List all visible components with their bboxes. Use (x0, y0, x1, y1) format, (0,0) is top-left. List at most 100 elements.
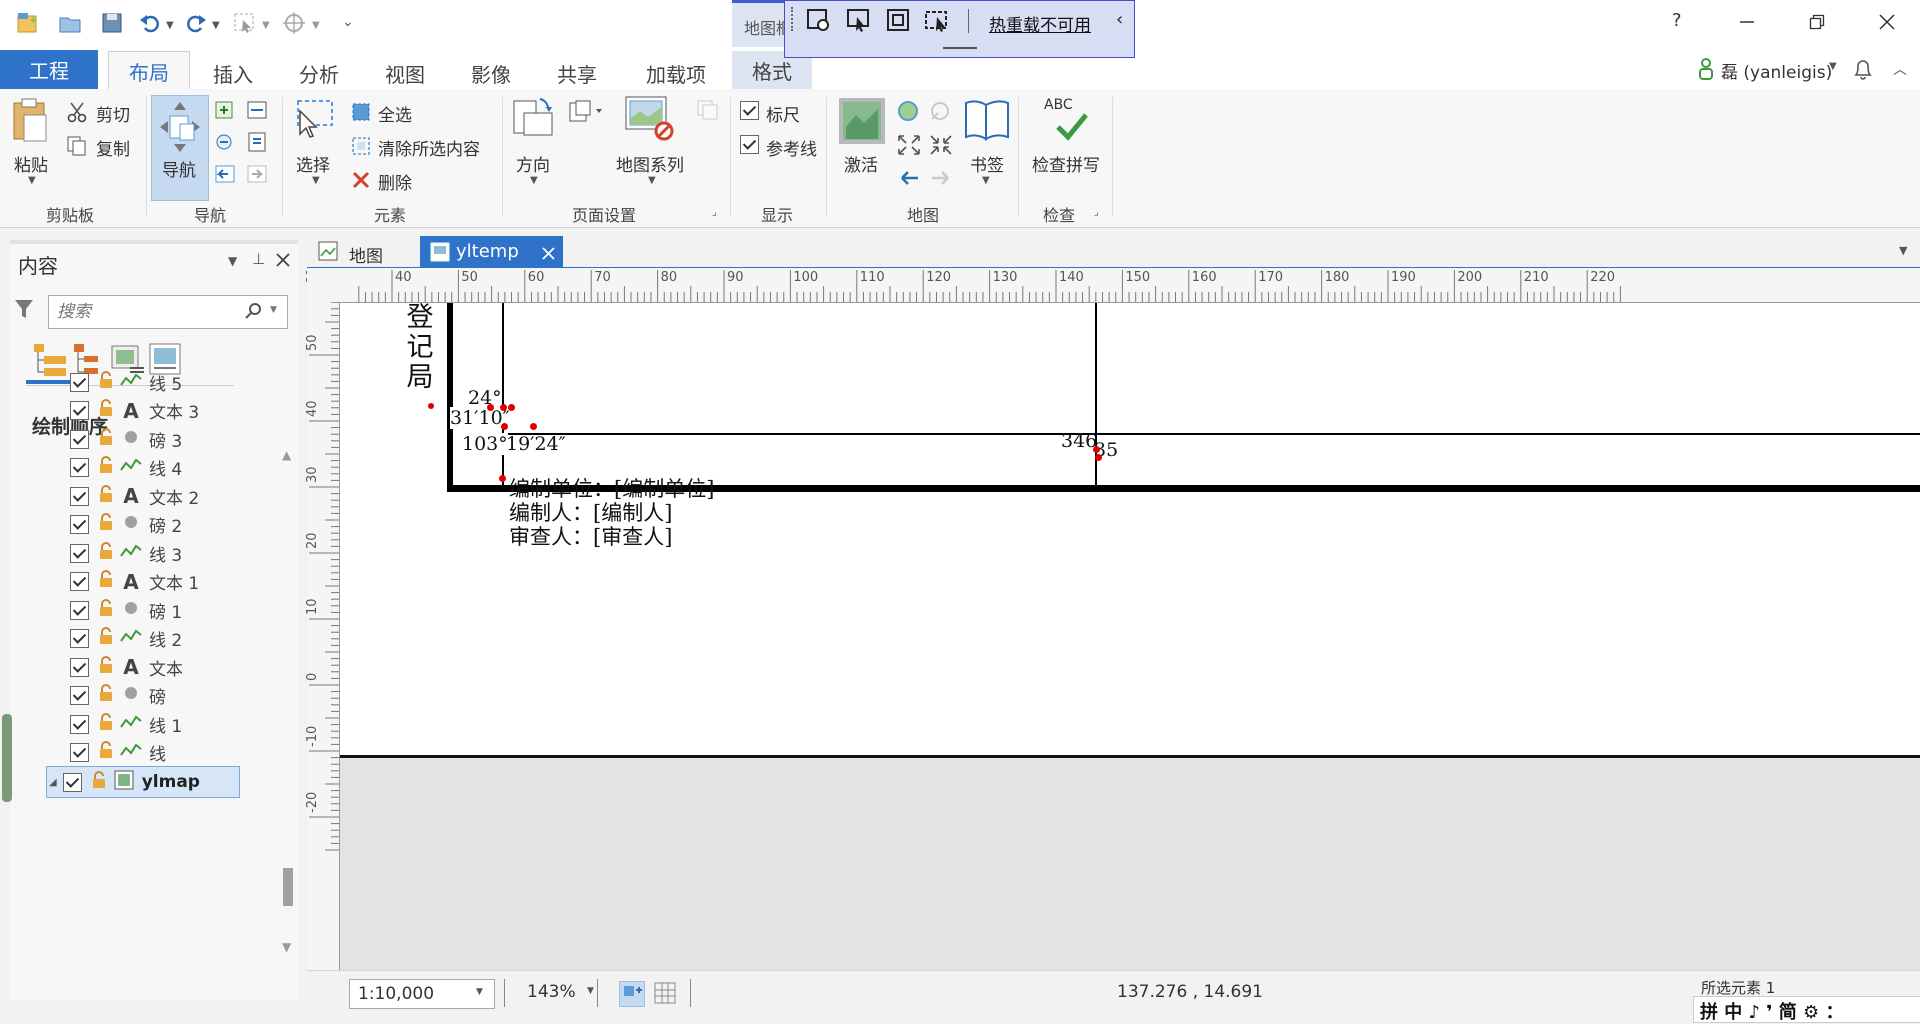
ime-indicators[interactable]: 拼 中 ♪ ❜ 简 ⚙ ： (1700, 998, 1843, 1024)
navigate-button[interactable]: 导航 (151, 95, 209, 201)
lock-icon[interactable] (97, 741, 115, 764)
lon-minute-label[interactable]: 19′24″ (506, 433, 566, 455)
layer-visibility-checkbox[interactable] (70, 686, 89, 705)
expand-icon[interactable] (896, 133, 922, 162)
page-canvas[interactable]: 登 记 局 24° 31′10″ 103° 19′24″ 346 35 编制单位… (340, 303, 1920, 970)
layer-item[interactable]: A 文本 1 (70, 567, 199, 597)
minimize-icon[interactable] (1712, 0, 1782, 44)
scroll-up-icon[interactable]: ▲ (282, 448, 291, 462)
map-series-icon[interactable] (624, 95, 674, 150)
pin-icon[interactable]: ⊥ (252, 250, 265, 268)
previous-extent-icon[interactable] (214, 163, 238, 190)
select-all-label[interactable]: 全选 (378, 101, 412, 126)
lon-degree-label[interactable]: 103° (462, 433, 508, 455)
map-back-icon[interactable] (896, 167, 922, 194)
collapse-toolbar-icon[interactable]: ‹ (1116, 9, 1123, 30)
new-project-icon[interactable]: + (14, 9, 42, 37)
copy-icon[interactable] (66, 135, 88, 162)
page-setup-launcher-icon[interactable]: ⌟ (712, 207, 717, 218)
selection-handle[interactable] (428, 403, 434, 409)
search-dropdown-icon[interactable]: ▼ (270, 305, 277, 315)
point-marker[interactable] (487, 404, 494, 411)
grid-icon[interactable] (653, 981, 677, 1010)
tab-insert[interactable]: 插入 (198, 57, 268, 89)
lock-icon[interactable] (97, 456, 115, 479)
search-icon[interactable] (245, 302, 263, 325)
lock-icon[interactable] (97, 712, 115, 736)
layer-visibility-checkbox[interactable] (70, 657, 89, 677)
navigate-icon[interactable] (280, 9, 308, 37)
lock-icon[interactable] (97, 655, 115, 679)
layer-visibility-checkbox[interactable] (70, 515, 89, 534)
lock-icon[interactable] (90, 770, 108, 794)
duplicate-page-icon[interactable] (696, 99, 720, 126)
point-marker[interactable] (500, 404, 507, 411)
search-field[interactable]: ▼ (48, 295, 288, 329)
scale-dropdown-icon[interactable]: ▼ (476, 987, 483, 997)
user-dropdown-icon[interactable]: ▼ (1829, 61, 1837, 72)
tab-map-label[interactable]: 地图 (349, 242, 383, 267)
select-all-icon[interactable] (350, 101, 372, 128)
ruler-checkbox[interactable] (740, 101, 759, 125)
zoom-to-layer-icon[interactable] (896, 99, 920, 128)
bookmarks-label[interactable]: 书签 (970, 151, 1004, 176)
layer-item[interactable]: 线 5 (70, 367, 182, 397)
cut-icon[interactable] (66, 101, 88, 128)
lock-icon[interactable] (97, 427, 115, 451)
save-project-icon[interactable] (98, 9, 126, 37)
activate-label[interactable]: 激活 (844, 151, 878, 176)
spell-check-label[interactable]: 检查拼写 (1032, 151, 1100, 176)
tab-project[interactable]: 工程 (0, 50, 98, 89)
user-name[interactable]: 磊 (yanleigis) (1721, 58, 1832, 83)
page-size-icon[interactable] (568, 99, 604, 128)
zoom-dropdown-icon[interactable]: ▼ (587, 986, 594, 996)
tab-analysis[interactable]: 分析 (284, 57, 354, 89)
tab-imagery[interactable]: 影像 (456, 57, 526, 89)
element-selection-icon[interactable] (805, 7, 833, 38)
point-marker[interactable] (501, 423, 508, 430)
hot-reload-status[interactable]: 热重载不可用 (989, 11, 1091, 36)
sidebar-grip[interactable] (2, 714, 12, 802)
pane-options-icon[interactable]: ▼ (228, 254, 237, 268)
horizontal-ruler[interactable]: 40 50 60 70 80 90 100 110 120 130 140 150 160 170 180 1… (339, 268, 1920, 303)
clear-selection-icon[interactable] (350, 135, 372, 162)
tab-view[interactable]: 视图 (370, 57, 440, 89)
restore-icon[interactable] (1782, 0, 1852, 44)
layer-item[interactable]: 磅 3 (70, 424, 182, 454)
point-marker[interactable] (508, 404, 515, 411)
tab-layout[interactable]: 布局 (108, 51, 190, 90)
close-tab-icon[interactable] (542, 245, 555, 265)
spell-check-icon[interactable] (1054, 111, 1088, 146)
layer-visibility-checkbox[interactable] (70, 372, 89, 392)
tab-yltemp[interactable]: yltemp (420, 236, 563, 268)
customize-qat-icon[interactable]: ⌄ (342, 14, 354, 30)
lock-icon[interactable] (97, 399, 115, 422)
layer-item[interactable]: ◢ ylmap (46, 766, 240, 798)
lat-degree-label[interactable]: 24° (468, 387, 502, 409)
select-dropdown-icon[interactable]: ▼ (312, 175, 320, 186)
zoom-to-selected-icon[interactable] (214, 131, 238, 158)
layer-item[interactable]: 线 2 (70, 624, 182, 654)
map-series-dropdown-icon[interactable]: ▼ (648, 175, 656, 186)
zoom-value[interactable]: 143% (527, 982, 576, 1002)
layer-item[interactable]: 线 3 (70, 538, 182, 568)
tree-scrollbar[interactable]: ▲ ▼ (280, 448, 296, 1008)
scale-selector[interactable]: 1:10,000 ▼ (349, 979, 495, 1009)
filter-icon[interactable] (14, 298, 34, 325)
ruler-label[interactable]: 标尺 (766, 101, 800, 126)
layer-visibility-checkbox[interactable] (62, 772, 82, 792)
vertical-title[interactable]: 登 记 局 (404, 303, 436, 393)
search-input[interactable] (55, 299, 239, 325)
toolbar-handle[interactable] (943, 47, 977, 49)
lock-icon[interactable] (97, 684, 115, 707)
close-window-icon[interactable] (1852, 0, 1920, 44)
layer-item[interactable]: A 文本 2 (70, 481, 199, 511)
bookmarks-dropdown-icon[interactable]: ▼ (982, 175, 990, 186)
notification-bell-icon[interactable] (1852, 57, 1874, 86)
lock-icon[interactable] (97, 627, 115, 650)
select-tool-icon[interactable] (290, 97, 336, 148)
select-tool-label[interactable]: 选择 (296, 151, 330, 176)
layer-visibility-checkbox[interactable] (70, 543, 89, 563)
paste-label[interactable]: 粘贴 (14, 151, 48, 176)
review-launcher-icon[interactable]: ⌟ (1094, 207, 1099, 218)
